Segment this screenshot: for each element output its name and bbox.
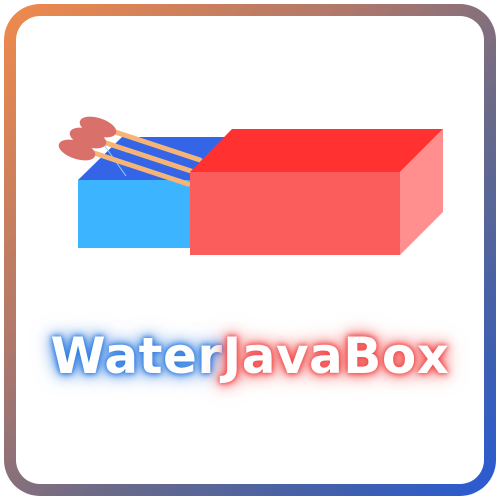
sleeve-front	[190, 172, 400, 255]
sleeve-top	[190, 129, 443, 172]
drawer-front	[78, 180, 190, 248]
app-icon-canvas: WaterJavaBox	[0, 0, 500, 500]
matchbox-icon	[58, 116, 443, 255]
wordmark-javabox: JavaBox	[222, 327, 450, 385]
wordmark: WaterJavaBox	[0, 326, 500, 386]
wordmark-water: Water	[50, 327, 223, 385]
